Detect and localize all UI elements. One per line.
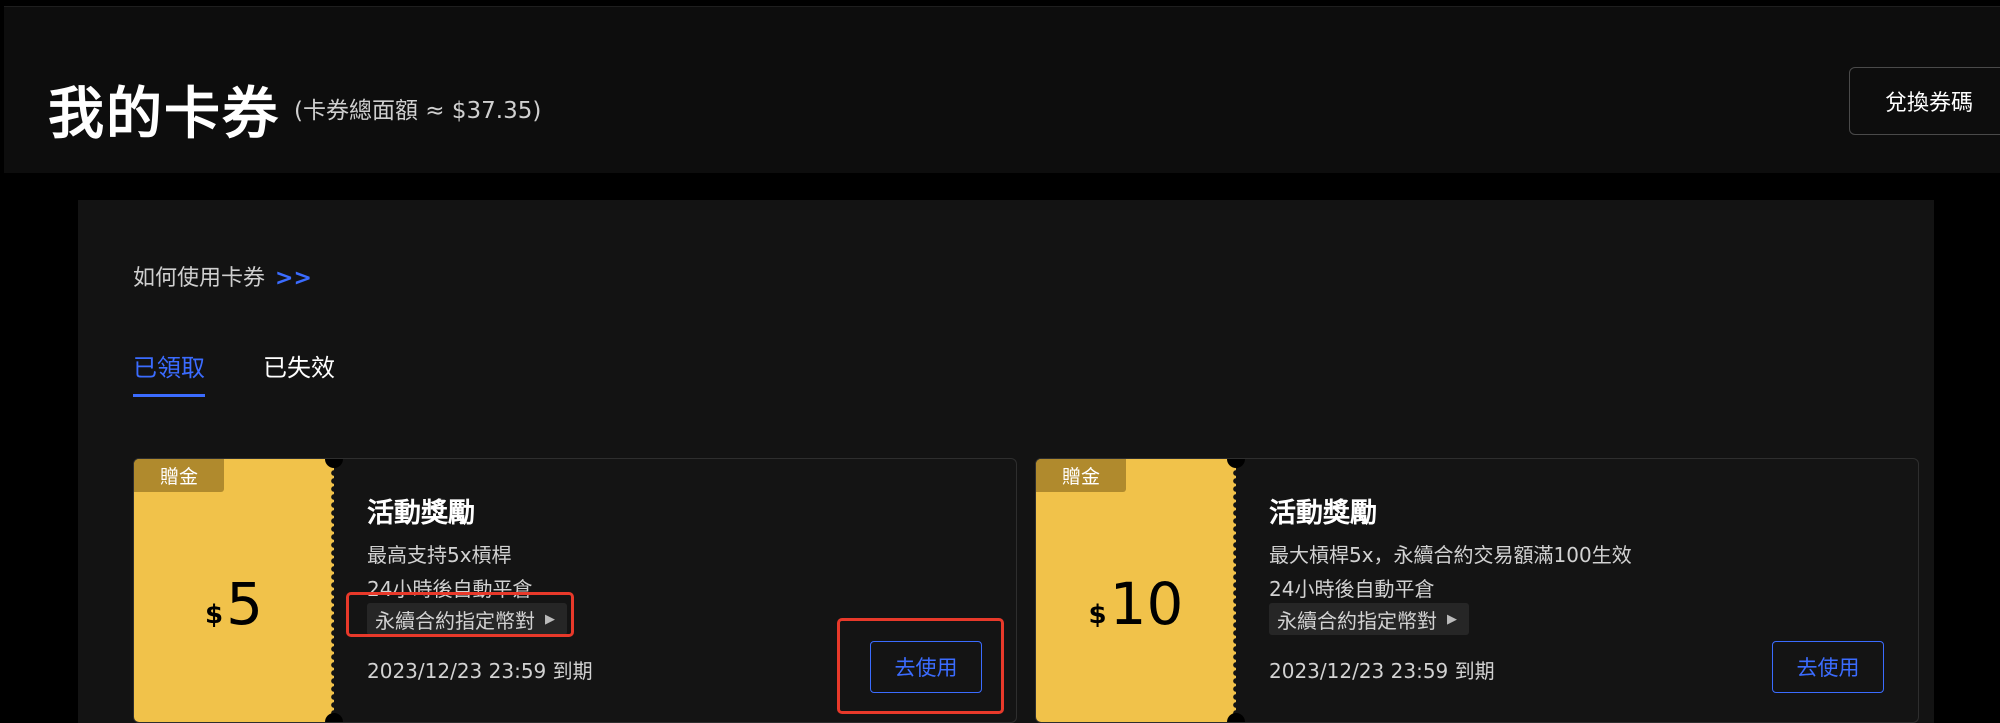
use-coupon-button[interactable]: 去使用 [870, 641, 982, 693]
double-chevron-icon: >> [275, 266, 312, 291]
expiry-date: 2023/12/23 23:59 到期 [367, 659, 593, 683]
expiry-date: 2023/12/23 23:59 到期 [1269, 659, 1495, 683]
currency-symbol: $ [1088, 599, 1107, 630]
coupon-card: 贈金 $5 活動獎勵 最高支持5x槓桿 24小時後自動平倉 永續合約指定幣對 ▶ … [133, 458, 1017, 723]
how-to-use-text: 如何使用卡券 [133, 266, 266, 291]
caret-right-icon: ▶ [545, 611, 555, 627]
pairs-chip[interactable]: 永續合約指定幣對 ▶ [367, 603, 567, 635]
coupon-amount: $10 [1036, 459, 1236, 722]
amount-value: 10 [1109, 569, 1184, 638]
redeem-code-button[interactable]: 兌換券碼 [1849, 67, 2000, 135]
caret-right-icon: ▶ [1447, 611, 1457, 627]
amount-value: 5 [226, 569, 263, 638]
coupon-close-rule: 24小時後自動平倉 [367, 577, 533, 601]
pairs-chip-label: 永續合約指定幣對 [375, 608, 535, 633]
pairs-chip-label: 永續合約指定幣對 [1277, 608, 1437, 633]
coupon-condition: 最大槓桿5x，永續合約交易額滿100生效 [1269, 543, 1632, 567]
coupon-title: 活動獎勵 [1269, 498, 1377, 529]
coupon-amount: $5 [134, 459, 334, 722]
coupon-close-rule: 24小時後自動平倉 [1269, 577, 1435, 601]
tab-expired[interactable]: 已失效 [263, 348, 335, 383]
currency-symbol: $ [205, 599, 224, 630]
coupon-panel: 如何使用卡券 >> 已領取 已失效 贈金 $5 活動獎勵 最高支持5x槓桿 24小… [78, 200, 1934, 723]
use-coupon-button[interactable]: 去使用 [1772, 641, 1884, 693]
total-value-label: (卡券總面額 ≈ $37.35) [294, 98, 542, 124]
page-header: 我的卡券 (卡券總面額 ≈ $37.35) 兌換券碼 [4, 6, 2000, 173]
page-title: 我的卡券 [48, 82, 280, 147]
how-to-use-link[interactable]: 如何使用卡券 >> [133, 260, 312, 292]
coupon-details: 活動獎勵 最高支持5x槓桿 24小時後自動平倉 永續合約指定幣對 ▶ 2023/1… [367, 459, 1016, 722]
coupon-card: 贈金 $10 活動獎勵 最大槓桿5x，永續合約交易額滿100生效 24小時後自動… [1035, 458, 1919, 723]
coupon-condition: 最高支持5x槓桿 [367, 543, 512, 567]
pairs-chip[interactable]: 永續合約指定幣對 ▶ [1269, 603, 1469, 635]
tab-claimed[interactable]: 已領取 [133, 348, 205, 397]
coupon-details: 活動獎勵 最大槓桿5x，永續合約交易額滿100生效 24小時後自動平倉 永續合約… [1269, 459, 1918, 722]
coupon-title: 活動獎勵 [367, 498, 475, 529]
